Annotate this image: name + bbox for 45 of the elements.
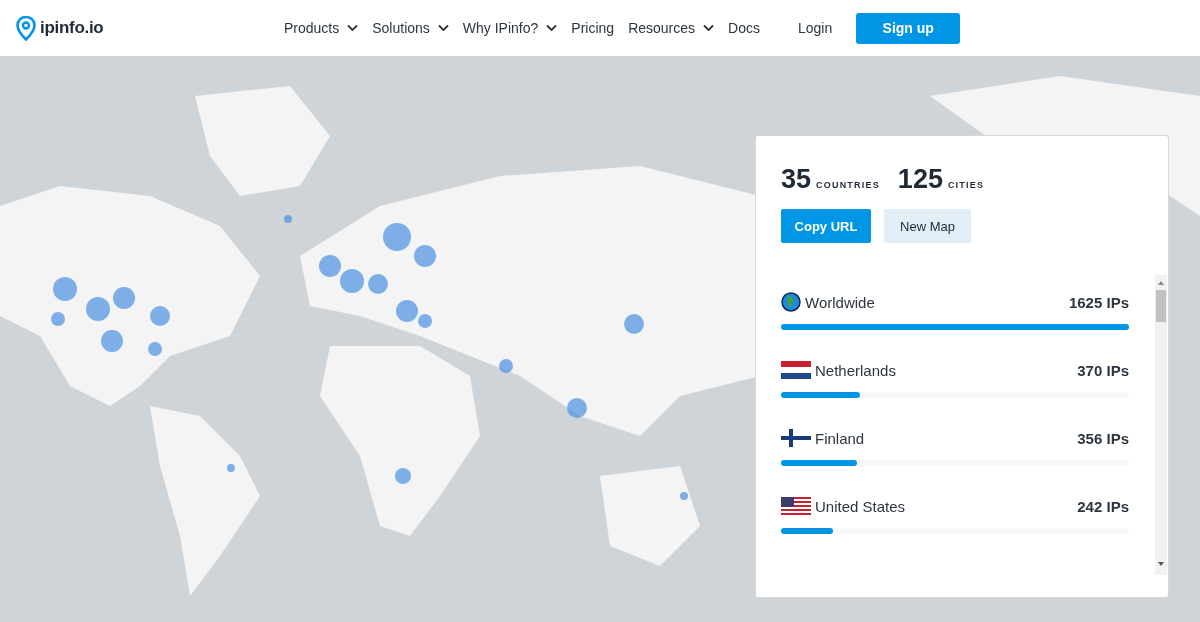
stat-label: CITIES	[947, 180, 985, 190]
usa-flag-icon	[781, 497, 811, 515]
country-name: Worldwide	[805, 293, 875, 311]
map-marker	[53, 277, 77, 301]
nav-link[interactable]: Docs	[728, 20, 760, 36]
map-marker	[567, 398, 587, 418]
map-marker	[227, 464, 235, 472]
nav-link[interactable]: Resources	[628, 20, 715, 36]
country-name: Netherlands	[815, 361, 896, 379]
nav-link[interactable]: Why IPinfo?	[462, 20, 558, 36]
map-marker	[340, 269, 364, 293]
map-marker	[150, 306, 170, 326]
map-marker	[284, 215, 292, 223]
map-marker	[414, 245, 436, 267]
finland-flag-icon	[781, 429, 811, 447]
pin-logo-icon	[16, 15, 36, 41]
stat-count: 125	[897, 164, 943, 195]
map-marker	[680, 492, 688, 500]
map-marker	[101, 330, 123, 352]
map-marker	[86, 297, 110, 321]
netherlands-flag-icon	[781, 361, 811, 379]
stat-count: 35	[781, 164, 812, 195]
nav-link[interactable]: Products	[284, 20, 359, 36]
map-marker	[113, 287, 135, 309]
login-link[interactable]: Login	[797, 20, 833, 36]
country-name: United States	[815, 497, 906, 515]
ip-count: 1625 IPs	[1068, 293, 1129, 311]
ip-count: 370 IPs	[1077, 361, 1129, 379]
new-map-button[interactable]: New Map	[884, 209, 971, 243]
nav-link[interactable]: Pricing	[571, 20, 615, 36]
map-marker	[148, 342, 162, 356]
map-marker	[319, 255, 341, 277]
map-marker	[395, 468, 411, 484]
ip-count: 356 IPs	[1077, 429, 1129, 447]
globe-icon	[781, 292, 801, 312]
country-name: Finland	[815, 429, 865, 447]
nav-link[interactable]: Solutions	[372, 20, 449, 36]
map-marker	[499, 359, 513, 373]
ip-count: 242 IPs	[1077, 497, 1129, 515]
stat-label: COUNTRIES	[816, 180, 880, 190]
map-marker	[368, 274, 388, 294]
map-marker	[383, 223, 411, 251]
map-marker	[51, 312, 65, 326]
logo-text[interactable]: ipinfo.io	[40, 18, 104, 38]
map-marker	[624, 314, 644, 334]
